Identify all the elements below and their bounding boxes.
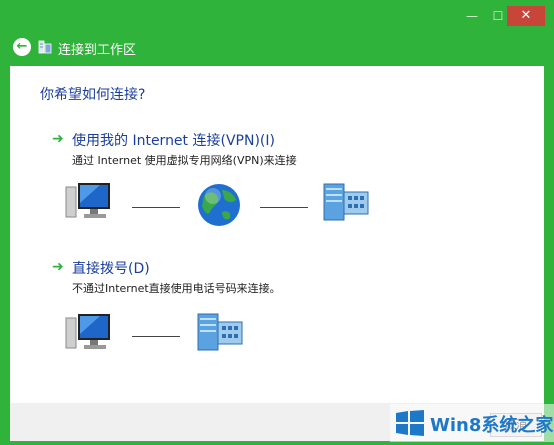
maximize-button[interactable]: ☐	[490, 6, 506, 26]
close-button[interactable]: ✕	[507, 6, 545, 26]
connection-line	[132, 336, 180, 337]
server-icon	[197, 313, 243, 351]
dialog-window: — ☐ ✕ ← 连接到工作区 你希望如何连接? ➜ 使用我的 Internet …	[0, 0, 554, 445]
back-button[interactable]: ←	[13, 38, 31, 56]
wizard-header: ← 连接到工作区	[4, 30, 550, 66]
minimize-button[interactable]: —	[464, 6, 480, 26]
computer-icon	[65, 314, 110, 349]
arrow-right-icon: ➜	[52, 131, 64, 147]
globe-icon	[198, 184, 240, 226]
wizard-content: 你希望如何连接? ➜ 使用我的 Internet 连接(VPN)(I) 通过 I…	[10, 66, 544, 403]
network-icon	[38, 40, 52, 54]
option-dialup-description: 不通过Internet直接使用电话号码来连接。	[72, 282, 281, 295]
computer-icon	[65, 183, 110, 218]
connection-line	[260, 207, 308, 208]
connection-line	[132, 207, 180, 208]
option-vpn-description: 通过 Internet 使用虚拟专用网络(VPN)来连接	[72, 154, 297, 167]
page-question: 你希望如何连接?	[40, 87, 146, 103]
wizard-title: 连接到工作区	[58, 43, 137, 58]
arrow-right-icon: ➜	[52, 259, 64, 275]
title-bar: — ☐ ✕	[4, 4, 550, 30]
option-vpn[interactable]: ➜ 使用我的 Internet 连接(VPN)(I) 通过 Internet 使…	[52, 132, 352, 168]
watermark: Win8系统之家	[390, 404, 554, 442]
option-dialup[interactable]: ➜ 直接拨号(D) 不通过Internet直接使用电话号码来连接。	[52, 260, 352, 296]
option-dialup-title[interactable]: 直接拨号(D)	[72, 258, 150, 278]
watermark-text: Win8系统之家	[430, 415, 554, 436]
server-icon	[323, 183, 369, 221]
option-vpn-title[interactable]: 使用我的 Internet 连接(VPN)(I)	[72, 130, 275, 150]
windows-logo-icon	[396, 410, 424, 436]
